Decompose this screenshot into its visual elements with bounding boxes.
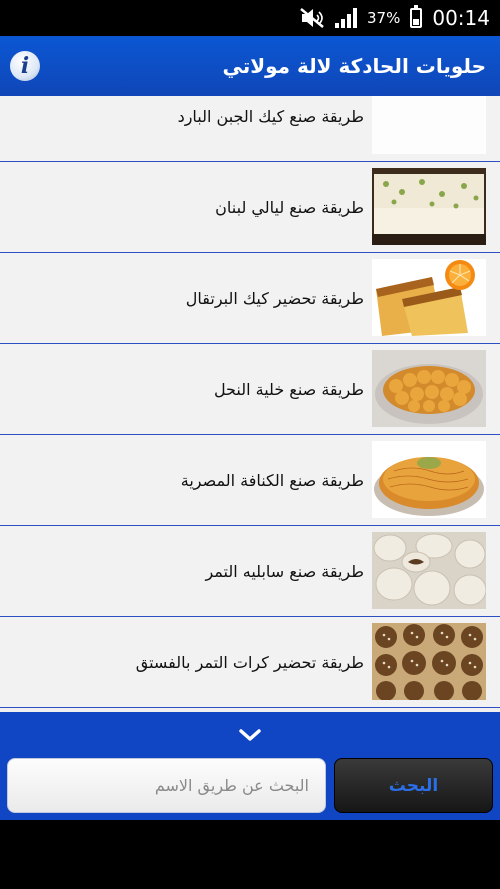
app-title: حلويات الحادكة لالة مولاتي [222, 54, 486, 78]
list-item[interactable]: طريقة صنع كيك الجبن البارد [0, 96, 500, 162]
date-sable-image [372, 532, 486, 609]
clock: 00:14 [432, 6, 490, 30]
list-item-label: طريقة صنع كيك الجبن البارد [177, 107, 364, 126]
mute-icon [300, 8, 324, 28]
kunafa-image [372, 441, 486, 518]
date-balls-image [372, 623, 486, 700]
list-item[interactable]: طريقة صنع خلية النحل [0, 344, 500, 435]
black-footer [0, 820, 500, 889]
chevron-down-icon[interactable] [234, 724, 266, 746]
bottom-bar: البحث [0, 712, 500, 820]
list-item-label: طريقة تحضير كرات التمر بالفستق [135, 653, 364, 672]
app-bar: i حلويات الحادكة لالة مولاتي [0, 36, 500, 96]
layali-lubnan-image [372, 168, 486, 245]
honeycomb-bread-image [372, 350, 486, 427]
list-item[interactable]: طريقة صنع ليالي لبنان [0, 162, 500, 253]
search-button[interactable]: البحث [334, 758, 493, 813]
battery-percent: 37% [367, 9, 401, 27]
list-item[interactable]: طريقة تحضير كيك البرتقال [0, 253, 500, 344]
status-icons: 37% 00:14 [299, 0, 490, 36]
list-item-label: طريقة صنع خلية النحل [213, 380, 364, 399]
list-item[interactable]: طريقة صنع الكنافة المصرية [0, 435, 500, 526]
info-icon[interactable]: i [10, 51, 40, 81]
list-item-label: طريقة تحضير كيك البرتقال [185, 289, 364, 308]
status-bar: 37% 00:14 [0, 0, 500, 36]
search-input[interactable] [7, 758, 326, 813]
signal-icon [335, 8, 358, 28]
cheesecake-image [372, 96, 486, 154]
list-item-label: طريقة صنع الكنافة المصرية [180, 471, 364, 490]
list-item[interactable]: طريقة تحضير كرات التمر بالفستق [0, 617, 500, 708]
list-item-label: طريقة صنع سابليه التمر [205, 562, 364, 581]
orange-cake-image [372, 259, 486, 336]
screen: 37% 00:14 i حلويات الحادكة لالة مولاتي ط… [0, 0, 500, 889]
recipe-list[interactable]: طريقة صنع كيك الجبن البارد طريقة صنع ليا… [0, 96, 500, 712]
list-item-label: طريقة صنع ليالي لبنان [215, 198, 364, 217]
list-item[interactable]: طريقة صنع سابليه التمر [0, 526, 500, 617]
battery-icon [410, 5, 423, 28]
